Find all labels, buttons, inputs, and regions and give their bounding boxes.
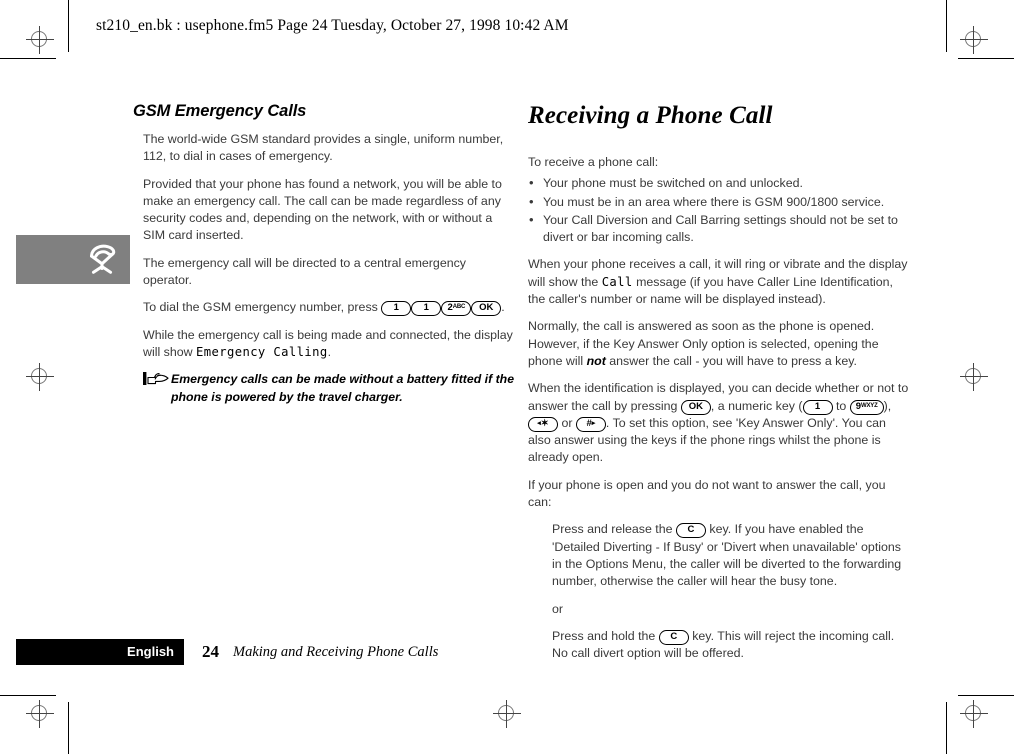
registration-hline <box>960 39 988 40</box>
registration-mark-left-middle <box>26 363 54 391</box>
paragraph-gsm-standard: The world-wide GSM standard provides a s… <box>143 132 504 164</box>
paragraph-dial-emergency: To dial the GSM emergency number, press … <box>143 299 515 317</box>
key-1[interactable]: 1 <box>802 399 833 415</box>
key-1-label: 1 <box>814 400 821 412</box>
press-release-text-a: Press and release the <box>552 522 676 537</box>
right-column: Receiving a Phone Call To receive a phon… <box>528 102 910 672</box>
crop-line-bottom-left-vertical <box>68 702 69 754</box>
key-2-abc[interactable]: 2ABC <box>441 301 472 317</box>
display-text-emergency-calling: Emergency Calling <box>196 344 328 359</box>
registration-hline <box>493 713 521 714</box>
paragraph-central-operator: The emergency call will be directed to a… <box>143 255 466 288</box>
key-ok[interactable]: OK <box>471 301 502 317</box>
registration-hline <box>26 713 54 714</box>
key-1-label: 1 <box>393 302 399 314</box>
registration-mark-bottom-left <box>26 700 54 728</box>
key-clear[interactable]: C <box>675 523 706 539</box>
key-2-sublabel: ABC <box>452 304 466 311</box>
left-column-heading: GSM Emergency Calls <box>133 102 307 120</box>
registration-hline <box>960 376 988 377</box>
registration-mark-top-left <box>26 26 54 54</box>
registration-mark-bottom-right <box>960 700 988 728</box>
registration-vline <box>39 363 40 391</box>
ident-text-e: or <box>558 415 576 430</box>
registration-mark-right-middle <box>960 363 988 391</box>
key-1-second[interactable]: 1 <box>411 301 442 317</box>
paragraph-incoming-ring: When your phone receives a call, it will… <box>528 256 910 308</box>
key-hash-arrow: ▸ <box>591 419 596 427</box>
list-item: You must be in an area where there is GS… <box>528 193 910 211</box>
registration-vline <box>973 26 974 54</box>
telephone-handset-icon <box>90 244 116 274</box>
receive-requirements-list: Your phone must be switched on and unloc… <box>528 174 910 247</box>
registration-hline <box>26 39 54 40</box>
note-battery-not-required: Emergency calls can be made without a ba… <box>143 371 515 406</box>
key-ok[interactable]: OK <box>680 399 711 415</box>
crop-line-top-left-horizontal <box>0 58 56 59</box>
key-9-sublabel: WXYZ <box>861 402 878 409</box>
emphasis-not: not <box>586 353 606 368</box>
registration-vline <box>973 700 974 728</box>
paragraph-press-release-c: Press and release the C key. If you have… <box>552 521 910 590</box>
note-text: Emergency calls can be made without a ba… <box>171 372 515 404</box>
registration-mark-bottom-center <box>493 700 521 728</box>
ident-text-d: ), <box>883 398 892 413</box>
registration-vline <box>39 700 40 728</box>
footer-page-number: 24 <box>202 642 219 661</box>
dial-instruction-period: . <box>501 300 505 315</box>
display-instruction-period: . <box>327 344 332 359</box>
key-star-label: ✶ <box>540 417 549 429</box>
left-column: GSM Emergency Calls The world-wide GSM s… <box>133 102 515 406</box>
key-9-wxyz[interactable]: 9WXYZ <box>849 399 884 415</box>
registration-vline <box>506 700 507 728</box>
registration-hline <box>960 713 988 714</box>
paragraph-network-found: Provided that your phone has found a net… <box>143 176 502 243</box>
paragraph-key-answer-only: Normally, the call is answered as soon a… <box>528 318 910 370</box>
list-item: Your Call Diversion and Call Barring set… <box>528 211 910 247</box>
footer-language-bar: English <box>16 639 184 665</box>
sidebar-marker-tab <box>16 235 130 284</box>
press-hold-text-a: Press and hold the <box>552 628 659 643</box>
footer-language-label: English <box>127 644 174 659</box>
registration-mark-top-right <box>960 26 988 54</box>
key-clear-label: C <box>670 630 678 642</box>
key-ok-label: OK <box>688 400 704 412</box>
crop-line-bottom-left-horizontal <box>0 695 56 696</box>
key-clear-label: C <box>687 524 695 536</box>
registration-vline <box>39 26 40 54</box>
paragraph-do-not-answer: If your phone is open and you do not wan… <box>528 477 886 510</box>
crop-line-top-left-vertical <box>68 0 69 52</box>
paragraph-identification-keys: When the identification is displayed, yo… <box>528 380 910 466</box>
crop-line-top-right-horizontal <box>958 58 1014 59</box>
right-column-heading: Receiving a Phone Call <box>528 102 773 129</box>
paragraph-emergency-calling-display: While the emergency call is being made a… <box>143 327 515 362</box>
key-1-label: 1 <box>423 302 429 314</box>
paragraph-press-hold-c: Press and hold the C key. This will reje… <box>552 628 910 663</box>
key-1-first[interactable]: 1 <box>381 301 412 317</box>
ident-text-c: to <box>832 398 850 413</box>
registration-hline <box>26 376 54 377</box>
footer-chapter-title: Making and Receiving Phone Calls <box>233 644 439 660</box>
page-header-stamp: st210_en.bk : usephone.fm5 Page 24 Tuesd… <box>96 17 569 34</box>
registration-vline <box>973 363 974 391</box>
key-clear[interactable]: C <box>658 629 689 645</box>
display-text-call: Call <box>601 274 633 289</box>
dial-instruction-text: To dial the GSM emergency number, press <box>143 300 382 315</box>
crop-line-bottom-right-horizontal <box>958 695 1014 696</box>
ident-text-b: , a numeric key ( <box>710 398 803 413</box>
crop-line-bottom-right-vertical <box>946 702 947 754</box>
paragraph-or-separator: or <box>552 601 564 616</box>
paragraph-to-receive-intro: To receive a phone call: <box>528 155 659 169</box>
key-hash[interactable]: #▸ <box>575 416 606 432</box>
list-item: Your phone must be switched on and unloc… <box>528 174 910 192</box>
key-ok-label: OK <box>479 302 494 314</box>
normally-text-b: answer the call - you will have to press… <box>605 353 857 368</box>
crop-line-top-right-vertical <box>946 0 947 52</box>
pointing-hand-icon <box>143 372 169 386</box>
key-star[interactable]: ◂✶ <box>528 416 558 432</box>
